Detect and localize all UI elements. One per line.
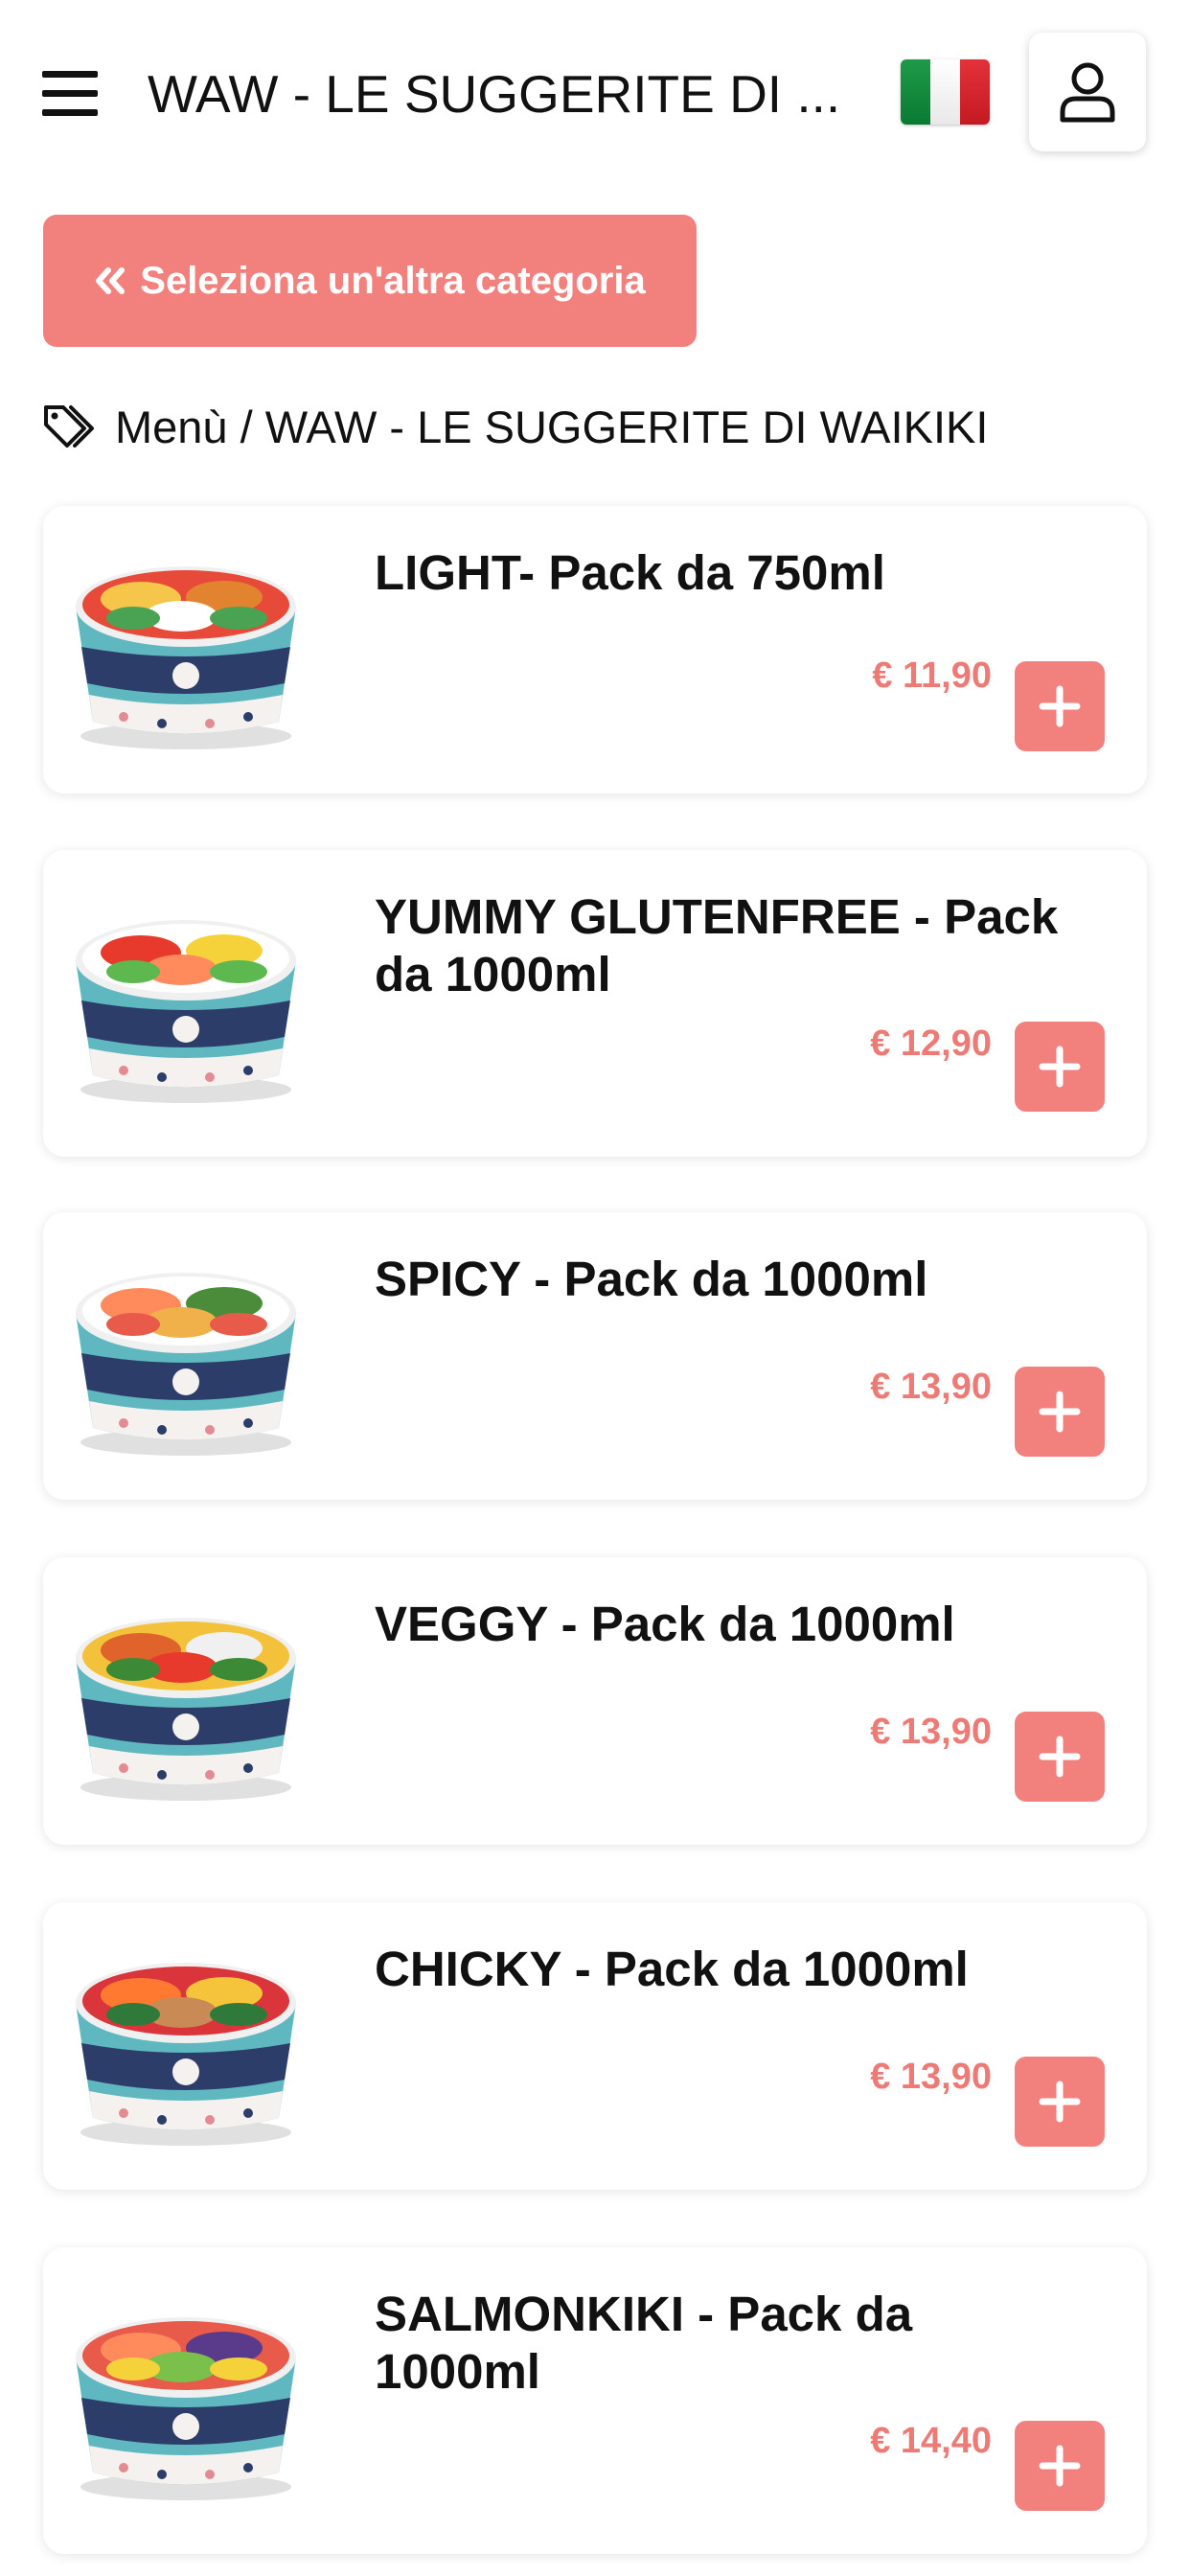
plus-icon bbox=[1039, 2445, 1081, 2487]
italian-flag-icon[interactable] bbox=[901, 59, 990, 125]
product-name: VEGGY - Pack da 1000ml bbox=[375, 1597, 955, 1651]
plus-icon bbox=[1039, 1736, 1081, 1778]
product-price: € 14,40 bbox=[870, 2421, 992, 2461]
product-image[interactable] bbox=[66, 540, 306, 760]
plus-icon bbox=[1039, 685, 1081, 727]
plus-icon bbox=[1039, 1391, 1081, 1433]
product-price: € 12,90 bbox=[870, 1024, 992, 1064]
tags-icon bbox=[42, 402, 102, 451]
select-other-category-button[interactable]: Seleziona un'altra categoria bbox=[43, 215, 697, 347]
product-name: LIGHT- Pack da 750ml bbox=[375, 545, 885, 600]
add-to-cart-button[interactable] bbox=[1015, 1712, 1105, 1802]
product-image[interactable] bbox=[66, 2290, 306, 2511]
product-card[interactable]: LIGHT- Pack da 750ml € 11,90 bbox=[43, 506, 1147, 794]
product-card[interactable]: YUMMY GLUTENFREE - Pack da 1000ml € 12,90 bbox=[43, 850, 1147, 1157]
add-to-cart-button[interactable] bbox=[1015, 2421, 1105, 2511]
plus-icon bbox=[1039, 1046, 1081, 1088]
product-image[interactable] bbox=[66, 893, 306, 1114]
product-price: € 13,90 bbox=[870, 1712, 992, 1752]
add-to-cart-button[interactable] bbox=[1015, 1022, 1105, 1112]
select-other-category-label: Seleziona un'altra categoria bbox=[140, 259, 646, 302]
product-name: SPICY - Pack da 1000ml bbox=[375, 1252, 928, 1306]
add-to-cart-button[interactable] bbox=[1015, 2057, 1105, 2147]
product-image[interactable] bbox=[66, 1936, 306, 2156]
product-price: € 13,90 bbox=[870, 2057, 992, 2097]
product-card[interactable]: VEGGY - Pack da 1000ml € 13,90 bbox=[43, 1557, 1147, 1845]
user-icon bbox=[1060, 62, 1115, 123]
product-card[interactable]: CHICKY - Pack da 1000ml € 13,90 bbox=[43, 1902, 1147, 2190]
product-name: SALMONKIKI - Pack da 1000ml bbox=[375, 2287, 913, 2399]
product-name: CHICKY - Pack da 1000ml bbox=[375, 1942, 969, 1996]
hamburger-menu-icon[interactable] bbox=[42, 69, 98, 117]
product-card[interactable]: SPICY - Pack da 1000ml € 13,90 bbox=[43, 1212, 1147, 1500]
plus-icon bbox=[1039, 2081, 1081, 2123]
breadcrumb: Menù / WAW - LE SUGGERITE DI WAIKIKI bbox=[42, 393, 988, 460]
product-image[interactable] bbox=[66, 1591, 306, 1811]
product-price: € 11,90 bbox=[872, 656, 992, 696]
product-price: € 13,90 bbox=[870, 1367, 992, 1407]
breadcrumb-text: Menù / WAW - LE SUGGERITE DI WAIKIKI bbox=[115, 401, 989, 452]
double-chevron-left-icon bbox=[94, 266, 126, 295]
user-account-button[interactable] bbox=[1029, 33, 1146, 151]
top-bar: WAW - LE SUGGERITE DI ... bbox=[0, 0, 1190, 192]
page-title: WAW - LE SUGGERITE DI ... bbox=[148, 64, 841, 124]
product-name: YUMMY GLUTENFREE - Pack da 1000ml bbox=[375, 889, 1059, 1001]
add-to-cart-button[interactable] bbox=[1015, 661, 1105, 751]
product-image[interactable] bbox=[66, 1246, 306, 1466]
add-to-cart-button[interactable] bbox=[1015, 1367, 1105, 1457]
product-card[interactable]: SALMONKIKI - Pack da 1000ml € 14,40 bbox=[43, 2247, 1147, 2554]
